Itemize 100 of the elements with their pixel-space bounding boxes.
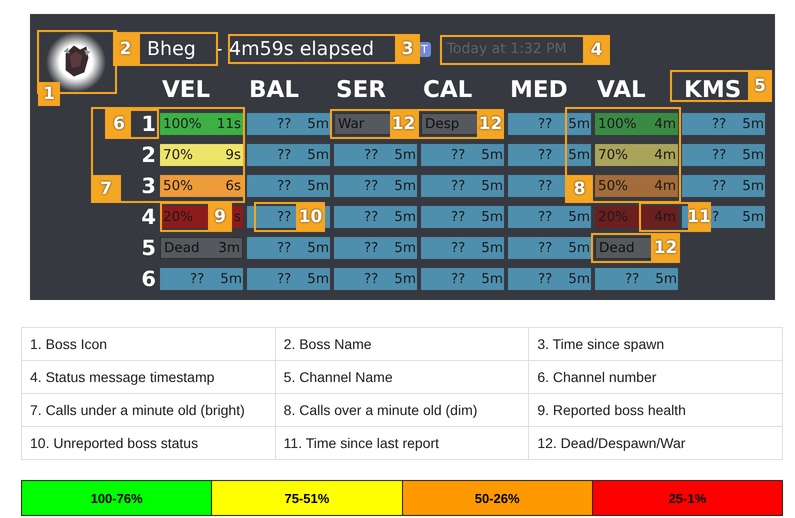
health-range: 75-51% [212,481,402,515]
cell-text: ?? [277,147,292,163]
callout-number: 7 [91,175,121,203]
callout-number: 11 [688,202,710,232]
cell-text: ?? [364,240,378,256]
channel-header: BAL [248,76,299,104]
cell-text: ?? [364,271,378,287]
time-text: 5m [307,271,330,287]
time-text: 5m [568,209,591,225]
time-text: 4m [654,147,676,163]
callout-number: 5 [748,70,772,102]
health-range: 50-26% [402,481,593,515]
cell-text: ?? [451,147,466,163]
cell-text: 100% [598,116,637,132]
channel-header: MED [509,76,568,104]
time-text: 5m [742,147,765,163]
cell-text: Dead [164,240,200,256]
cell-text: ?? [538,271,552,287]
time-text: 5m [481,271,504,287]
boss-name: Bheg [146,38,197,60]
cell-text: ?? [451,240,466,256]
cell-text: ?? [712,178,726,194]
cell-text: ?? [712,147,726,163]
time-text: 5m [394,209,417,225]
table-cell: 11. Time since last report [275,426,529,460]
health-range: 100-76% [22,481,212,515]
time-text: 5m [394,240,417,256]
time-text: 5m [307,178,330,194]
cell-text: ?? [625,271,640,287]
table-cell: 9. Reported boss health [528,394,782,426]
time-text: 11s [216,116,241,132]
time-text: 5m [307,116,330,132]
cell-text: ?? [277,178,292,194]
table-cell: 12. Dead/Despawn/War [528,426,782,460]
table-cell: 8. Calls over a minute old (dim) [275,394,529,426]
callout-number: 12 [390,109,417,139]
channel-header: SER [335,76,386,104]
cell-text: 20% [598,209,628,225]
time-text: 5m [568,240,591,256]
table-cell: 10. Unreported boss status [22,426,276,460]
time-text: 5m [481,209,504,225]
health-range: 25-1% [592,481,782,515]
cell-text: ?? [364,209,378,225]
time-text: s [234,209,241,225]
row-number: 3 [140,175,156,197]
cell-text: ?? [538,147,552,163]
callout-number: 1 [38,82,60,106]
cell-text: 70% [598,147,628,163]
time-text: 4m [654,209,676,225]
cell-text: ?? [538,209,552,225]
callout-number: 8 [566,175,593,203]
callout-number: 6 [107,109,131,139]
time-text: 5m [394,178,417,194]
cell-text: ?? [277,116,292,132]
time-text: 5m [568,147,591,163]
channel-header: VEL [161,76,210,104]
cell-text: Dead [599,240,635,256]
cell-text: ?? [364,147,378,163]
cell-text: ? [712,209,720,225]
table-cell: 6. Channel number [528,360,782,394]
cell-text: ?? [538,240,552,256]
time-text: 5m [394,271,417,287]
cell-text: ?? [190,271,204,287]
table-cell: 4. Status message timestamp [22,360,276,394]
channel-header: CAL [422,76,472,104]
cell-text: 50% [598,178,628,194]
cell-text: ?? [277,209,292,225]
callout-number: 12 [477,109,504,139]
row-number: 1 [140,113,156,135]
time-text: 6s [225,178,241,194]
callout-number: 2 [113,32,138,66]
time-text: 5m [655,271,678,287]
cell-text: ?? [712,116,726,132]
time-text: 5m [742,116,765,132]
callout-number: 9 [208,202,232,232]
time-text: 3m [218,240,240,256]
time-text: 5m [394,147,417,163]
time-text: 5m [307,147,330,163]
callout-number: 3 [395,34,420,64]
time-text: 5m [481,240,504,256]
row-number: 4 [140,206,156,228]
cell-text: Desp [425,116,460,132]
table-cell: 5. Channel Name [275,360,529,394]
table-cell: 1. Boss Icon [22,328,276,360]
cell-text: 20% [163,209,194,225]
callout-number: 10 [296,202,325,232]
time-text: 5m [742,209,765,225]
channel-header: VAL [596,76,646,104]
time-text: 4m [654,178,676,194]
cell-text: ?? [277,271,292,287]
cell-text: 100% [163,116,202,132]
time-text: 5m [742,178,765,194]
cell-text: ?? [451,178,466,194]
row-number: 6 [140,268,156,290]
cell-text: ?? [364,178,378,194]
cell-text: ?? [538,178,552,194]
cell-text: 70% [163,147,194,163]
time-text: 4m [654,116,676,132]
time-text: 9s [225,147,241,163]
cell-text: ?? [451,271,466,287]
